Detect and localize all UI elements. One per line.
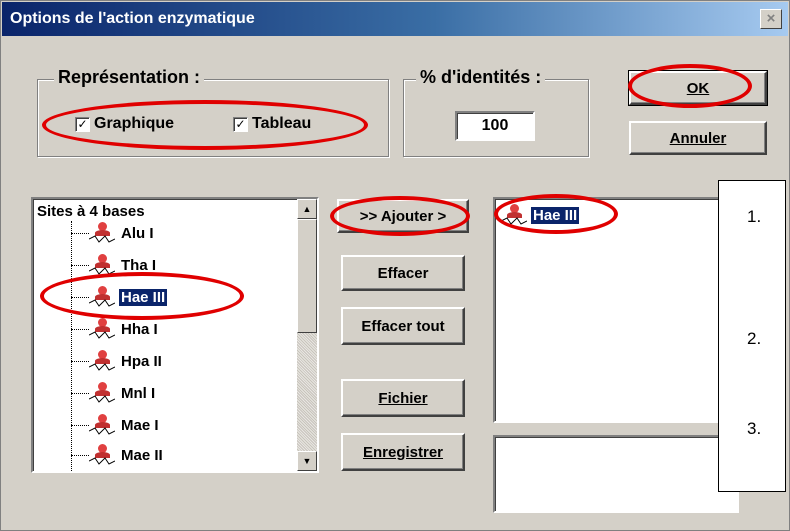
tree-item[interactable]: Alu I bbox=[71, 221, 156, 245]
enzyme-icon bbox=[89, 254, 115, 276]
tree-item-label: Mnl I bbox=[121, 384, 156, 402]
clear-all-button[interactable]: Effacer tout bbox=[341, 307, 465, 345]
identity-legend: % d'identités : bbox=[416, 67, 546, 88]
tree-item-label: Alu I bbox=[121, 224, 154, 242]
add-label: >> Ajouter > bbox=[359, 207, 447, 225]
enzyme-icon bbox=[89, 382, 115, 404]
secondary-list[interactable] bbox=[493, 435, 739, 513]
selected-list-item-label: Hae III bbox=[529, 205, 581, 225]
tree-item[interactable]: Tha I bbox=[71, 253, 158, 277]
title-bar: Options de l'action enzymatique × bbox=[2, 2, 788, 36]
callout-number: 3. bbox=[747, 419, 762, 438]
tableau-checkbox[interactable]: ✓ Tableau bbox=[233, 115, 311, 133]
ok-button[interactable]: OK bbox=[628, 70, 768, 106]
ok-label: OK bbox=[686, 79, 710, 97]
enzyme-icon bbox=[89, 414, 115, 436]
tree-item-label: Mae II bbox=[121, 446, 163, 464]
cancel-button[interactable]: Annuler bbox=[629, 121, 767, 155]
add-button[interactable]: >> Ajouter > bbox=[337, 199, 469, 233]
scroll-down-icon[interactable]: ▼ bbox=[297, 451, 317, 471]
tree-item-label: Hpa II bbox=[121, 352, 162, 370]
tree-item[interactable]: Hpa II bbox=[71, 349, 164, 373]
selected-enzymes-list[interactable]: Hae III bbox=[493, 197, 739, 423]
close-icon[interactable]: × bbox=[760, 9, 782, 29]
selected-list-item[interactable]: Hae III bbox=[501, 203, 581, 227]
enzyme-icon bbox=[89, 444, 115, 466]
scroll-up-icon[interactable]: ▲ bbox=[297, 199, 317, 219]
enzyme-icon bbox=[89, 286, 115, 308]
file-button[interactable]: Fichier bbox=[341, 379, 465, 417]
tree-item[interactable]: Mnl I bbox=[71, 381, 157, 405]
enzyme-icon bbox=[89, 222, 115, 244]
enzyme-tree[interactable]: Sites à 4 bases Alu I Tha I Hae III Hha … bbox=[31, 197, 319, 473]
graphique-check-icon[interactable]: ✓ bbox=[75, 116, 90, 132]
callout-number: 2. bbox=[747, 329, 762, 348]
scroll-thumb[interactable] bbox=[297, 219, 317, 333]
tree-item[interactable]: Mae II bbox=[71, 443, 165, 467]
tree-item[interactable]: Hha I bbox=[71, 317, 160, 341]
callout-panel: 1. 2. 3. bbox=[718, 180, 786, 492]
identity-input[interactable]: 100 bbox=[455, 111, 535, 141]
tree-item[interactable]: Mae I bbox=[71, 413, 161, 437]
enzyme-icon bbox=[89, 318, 115, 340]
tree-item-selected[interactable]: Hae III bbox=[71, 285, 169, 309]
callout-number: 1. bbox=[747, 207, 762, 226]
tree-item-label: Hae III bbox=[117, 287, 169, 307]
tableau-check-icon[interactable]: ✓ bbox=[233, 116, 248, 132]
save-button[interactable]: Enregistrer bbox=[341, 433, 465, 471]
clear-label: Effacer bbox=[377, 264, 429, 282]
clear-button[interactable]: Effacer bbox=[341, 255, 465, 291]
clear-all-label: Effacer tout bbox=[361, 317, 445, 335]
tableau-label: Tableau bbox=[252, 115, 312, 132]
save-label: Enregistrer bbox=[362, 443, 444, 461]
window-title: Options de l'action enzymatique bbox=[10, 10, 255, 27]
file-label: Fichier bbox=[378, 389, 428, 407]
graphique-label: Graphique bbox=[94, 115, 175, 132]
dialog-window: Options de l'action enzymatique × Représ… bbox=[0, 0, 790, 531]
tree-scrollbar[interactable]: ▲ ▼ bbox=[297, 199, 317, 471]
graphique-checkbox[interactable]: ✓ Graphique bbox=[75, 115, 174, 133]
cancel-label: Annuler bbox=[669, 129, 727, 147]
enzyme-icon bbox=[501, 204, 527, 226]
enzyme-icon bbox=[89, 350, 115, 372]
tree-item-label: Tha I bbox=[121, 256, 157, 274]
tree-item-label: Mae I bbox=[121, 416, 159, 434]
representation-legend: Représentation : bbox=[54, 67, 205, 88]
tree-item-label: Hha I bbox=[121, 320, 158, 338]
tree-root-label: Sites à 4 bases bbox=[37, 203, 145, 220]
